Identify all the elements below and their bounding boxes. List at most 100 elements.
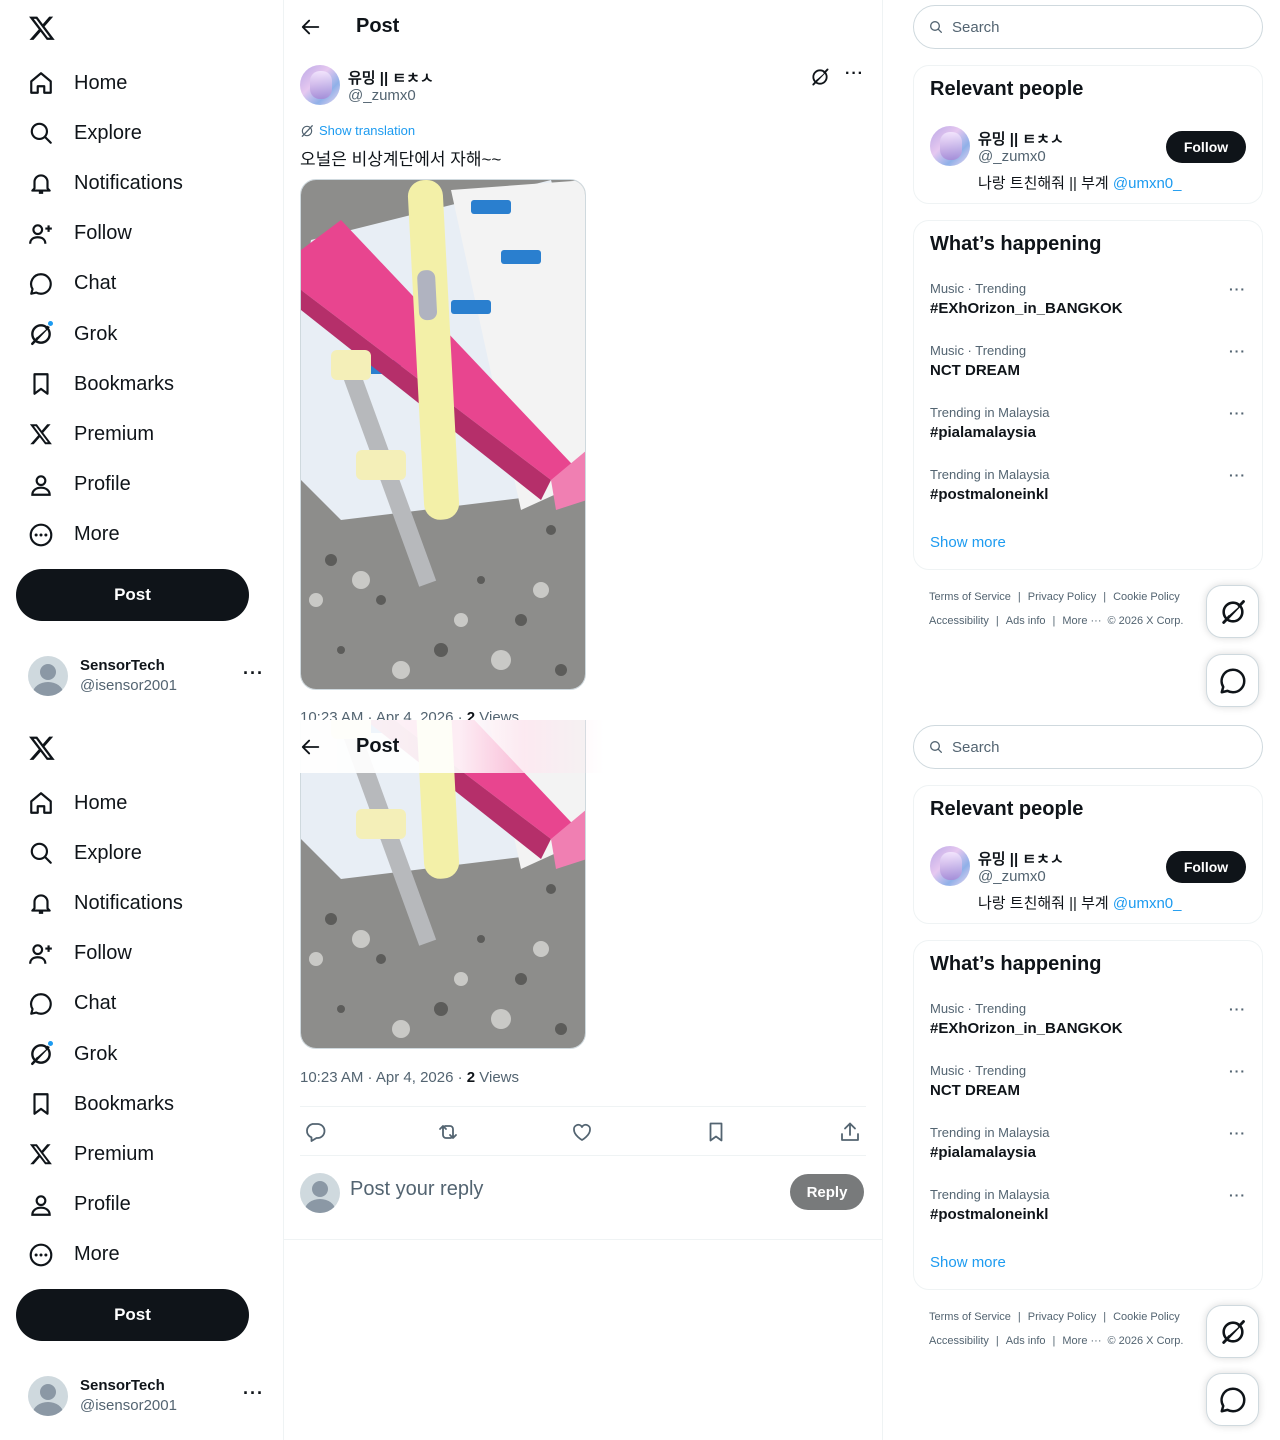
grok-float-button[interactable]: [1206, 585, 1259, 638]
show-more-link[interactable]: Show more: [930, 1254, 1006, 1271]
trend-more-icon[interactable]: ···: [1229, 405, 1246, 421]
chat-float-button[interactable]: [1206, 654, 1259, 707]
nav-item-explore[interactable]: Explore: [26, 108, 183, 158]
trend-more-icon[interactable]: ···: [1229, 1001, 1246, 1017]
grok-explain-icon[interactable]: [810, 67, 830, 87]
footer-more[interactable]: More ···: [1062, 615, 1101, 627]
grok-float-button[interactable]: [1206, 1305, 1259, 1358]
nav-item-notifications[interactable]: Notifications: [26, 158, 183, 208]
reply-button[interactable]: Reply: [790, 1174, 864, 1210]
x-logo-icon[interactable]: [28, 734, 56, 762]
nav-item-more[interactable]: More: [26, 1230, 183, 1280]
trend-item[interactable]: Trending in Malaysia #pialamalaysia ···: [930, 1125, 1248, 1175]
grok-icon: [26, 1039, 56, 1069]
trend-more-icon[interactable]: ···: [1229, 1125, 1246, 1141]
person-handle[interactable]: @_zumx0: [978, 148, 1046, 165]
account-more-icon[interactable]: ···: [243, 1383, 264, 1404]
chat-float-button[interactable]: [1206, 1373, 1259, 1426]
person-bio-link[interactable]: @umxn0_: [1113, 895, 1182, 912]
post-button[interactable]: Post: [16, 1289, 249, 1341]
like-icon[interactable]: [570, 1120, 594, 1144]
nav-item-follow[interactable]: Follow: [26, 209, 183, 259]
trend-more-icon[interactable]: ···: [1229, 1063, 1246, 1079]
post-timestamp[interactable]: 10:23 AM · Apr 4, 2026 ·: [300, 709, 467, 720]
person-name[interactable]: 유밍 || ㅌㅊㅅ: [978, 848, 1064, 869]
post-image[interactable]: [300, 179, 586, 690]
trend-item[interactable]: Music · Trending NCT DREAM ···: [930, 343, 1248, 393]
trend-item[interactable]: Music · Trending #EXhOrizon_in_BANGKOK ···: [930, 281, 1248, 331]
nav-item-grok[interactable]: Grok: [26, 309, 183, 359]
relevant-people-card: Relevant people 유밍 || ㅌㅊㅅ @_zumx0 나랑 트친해…: [913, 65, 1263, 204]
nav-item-follow[interactable]: Follow: [26, 929, 183, 979]
footer-cookie[interactable]: Cookie Policy: [1113, 591, 1180, 603]
footer-privacy[interactable]: Privacy Policy: [1028, 1311, 1096, 1323]
x-logo-icon[interactable]: [28, 14, 56, 42]
person-handle[interactable]: @_zumx0: [978, 868, 1046, 885]
post-more-icon[interactable]: ···: [845, 65, 864, 83]
divider: [284, 1239, 882, 1240]
nav-item-more[interactable]: More: [26, 510, 183, 560]
account-more-icon[interactable]: ···: [243, 663, 264, 684]
nav-item-bookmarks[interactable]: Bookmarks: [26, 1079, 183, 1129]
nav-item-home[interactable]: Home: [26, 58, 183, 108]
show-translation-link[interactable]: Show translation: [300, 123, 415, 138]
account-switcher[interactable]: SensorTech @isensor2001 ···: [28, 655, 268, 697]
footer-terms[interactable]: Terms of Service: [929, 591, 1011, 603]
footer-accessibility[interactable]: Accessibility: [929, 615, 989, 627]
nav-item-notifications[interactable]: Notifications: [26, 878, 183, 928]
nav-item-profile[interactable]: Profile: [26, 1180, 183, 1230]
person-bio-link[interactable]: @umxn0_: [1113, 175, 1182, 192]
nav-item-chat[interactable]: Chat: [26, 259, 183, 309]
footer-ads[interactable]: Ads info: [1006, 1335, 1046, 1347]
trend-item[interactable]: Trending in Malaysia #postmaloneinkl ···: [930, 467, 1248, 517]
trend-more-icon[interactable]: ···: [1229, 1187, 1246, 1203]
nav-item-bookmarks[interactable]: Bookmarks: [26, 359, 183, 409]
repost-icon[interactable]: [436, 1120, 460, 1144]
nav-label: More: [74, 1243, 120, 1266]
nav-item-premium[interactable]: Premium: [26, 1129, 183, 1179]
person-avatar[interactable]: [930, 126, 970, 166]
share-icon[interactable]: [838, 1120, 862, 1144]
reply-input[interactable]: Post your reply: [350, 1178, 483, 1201]
nav-item-chat[interactable]: Chat: [26, 979, 183, 1029]
trend-more-icon[interactable]: ···: [1229, 281, 1246, 297]
footer-ads[interactable]: Ads info: [1006, 615, 1046, 627]
translate-icon: [300, 124, 314, 138]
show-more-link[interactable]: Show more: [930, 534, 1006, 551]
trend-item[interactable]: Trending in Malaysia #pialamalaysia ···: [930, 405, 1248, 455]
search-input[interactable]: [952, 18, 1232, 36]
reply-icon[interactable]: [303, 1120, 327, 1144]
x-icon: [26, 419, 56, 449]
footer-cookie[interactable]: Cookie Policy: [1113, 1311, 1180, 1323]
follow-button[interactable]: Follow: [1166, 131, 1246, 163]
author-handle[interactable]: @_zumx0: [348, 87, 416, 104]
author-name[interactable]: 유밍 || ㅌㅊㅅ: [348, 67, 434, 88]
footer-privacy[interactable]: Privacy Policy: [1028, 591, 1096, 603]
author-avatar[interactable]: [300, 65, 340, 105]
back-arrow-icon[interactable]: [300, 736, 322, 758]
trend-more-icon[interactable]: ···: [1229, 343, 1246, 359]
person-name[interactable]: 유밍 || ㅌㅊㅅ: [978, 128, 1064, 149]
bookmark-icon[interactable]: [704, 1120, 728, 1144]
account-switcher[interactable]: SensorTech @isensor2001 ···: [28, 1375, 268, 1417]
trend-item[interactable]: Trending in Malaysia #postmaloneinkl ···: [930, 1187, 1248, 1237]
post-timestamp[interactable]: 10:23 AM · Apr 4, 2026 ·: [300, 1069, 467, 1086]
trend-item[interactable]: Music · Trending NCT DREAM ···: [930, 1063, 1248, 1113]
back-arrow-icon[interactable]: [300, 16, 322, 38]
post-button[interactable]: Post: [16, 569, 249, 621]
nav-item-home[interactable]: Home: [26, 778, 183, 828]
person-avatar[interactable]: [930, 846, 970, 886]
nav-item-premium[interactable]: Premium: [26, 409, 183, 459]
trend-item[interactable]: Music · Trending #EXhOrizon_in_BANGKOK ···: [930, 1001, 1248, 1051]
nav-item-profile[interactable]: Profile: [26, 460, 183, 510]
nav-item-explore[interactable]: Explore: [26, 828, 183, 878]
footer-terms[interactable]: Terms of Service: [929, 1311, 1011, 1323]
footer-more[interactable]: More ···: [1062, 1335, 1101, 1347]
footer-accessibility[interactable]: Accessibility: [929, 1335, 989, 1347]
follow-button[interactable]: Follow: [1166, 851, 1246, 883]
nav-item-grok[interactable]: Grok: [26, 1029, 183, 1079]
search-box[interactable]: [913, 5, 1263, 49]
search-input[interactable]: [952, 738, 1232, 756]
search-box[interactable]: [913, 725, 1263, 769]
trend-more-icon[interactable]: ···: [1229, 467, 1246, 483]
